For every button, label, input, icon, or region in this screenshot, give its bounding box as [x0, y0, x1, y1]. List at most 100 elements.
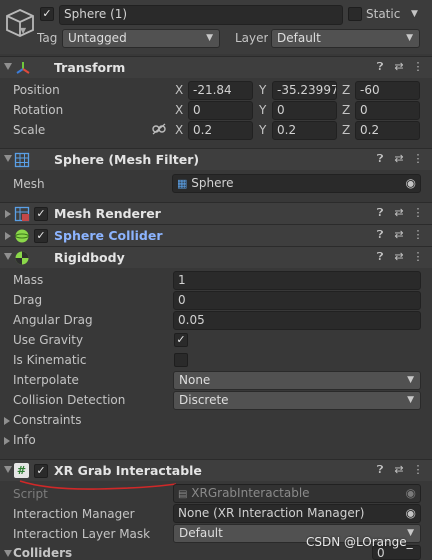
question-circle-icon[interactable]: ❓︎	[372, 60, 388, 74]
rotation-z-axis-label[interactable]: Z	[342, 103, 350, 117]
is-kinematic-label: Is Kinematic	[13, 353, 87, 367]
rotation-x-field[interactable]: 0	[188, 101, 253, 120]
mesh-renderer-title: Mesh Renderer	[54, 206, 161, 221]
colliders-label[interactable]: Colliders	[13, 546, 72, 560]
layer-label: Layer	[235, 31, 269, 45]
position-z-field[interactable]: -60	[355, 81, 420, 100]
sliders-icon[interactable]: ⇄	[391, 206, 407, 219]
mesh-grid-icon: ▦	[177, 177, 188, 190]
use-gravity-checkbox[interactable]: ✓	[174, 333, 188, 347]
scale-z-axis-label[interactable]: Z	[342, 123, 350, 137]
mesh-filter-header[interactable]: Sphere (Mesh Filter) ❓︎ ⇄ ⋮	[0, 148, 432, 170]
mesh-renderer-header[interactable]: ✓ Mesh Renderer ❓︎ ⇄ ⋮	[0, 202, 432, 224]
sliders-icon[interactable]: ⇄	[391, 152, 407, 165]
foldout-collapsed-icon[interactable]	[5, 210, 11, 218]
rotation-z-field[interactable]: 0	[355, 101, 420, 120]
info-foldout-icon[interactable]	[4, 437, 10, 445]
drag-field[interactable]: 0	[173, 291, 421, 310]
position-x-field[interactable]: -21.84	[188, 81, 253, 100]
script-field: ▤ XRGrabInteractable ◉	[173, 484, 421, 503]
chevron-down-icon: ▼	[407, 395, 414, 405]
mesh-renderer-enabled-checkbox[interactable]: ✓	[34, 207, 48, 221]
question-circle-icon[interactable]: ❓︎	[372, 206, 388, 220]
kebab-menu-icon[interactable]: ⋮	[410, 152, 426, 165]
chevron-down-icon: ▼	[206, 33, 213, 43]
kebab-menu-icon[interactable]: ⋮	[410, 250, 426, 263]
mass-label: Mass	[13, 273, 44, 287]
angular-drag-label: Angular Drag	[13, 313, 93, 327]
mesh-filter-title: Sphere (Mesh Filter)	[54, 152, 200, 167]
sliders-icon[interactable]: ⇄	[391, 60, 407, 73]
mesh-renderer-icon	[14, 206, 30, 222]
kebab-menu-icon[interactable]: ⋮	[410, 206, 426, 219]
cube-icon-dropdown-arrow[interactable]: ▼	[20, 26, 26, 35]
object-picker-icon: ◉	[405, 486, 416, 500]
position-y-field[interactable]: -35.23997	[272, 81, 337, 100]
foldout-expanded-icon[interactable]	[4, 466, 12, 473]
mass-field[interactable]: 1	[173, 271, 421, 290]
sliders-icon[interactable]: ⇄	[391, 228, 407, 241]
chevron-down-icon: ▼	[407, 375, 414, 385]
question-circle-icon[interactable]: ❓︎	[372, 152, 388, 166]
transform-header[interactable]: Transform ❓︎ ⇄ ⋮	[0, 56, 432, 78]
watermark: CSDN @LOrange_	[306, 535, 413, 549]
object-name-field[interactable]: Sphere (1)	[59, 5, 343, 25]
angular-drag-field[interactable]: 0.05	[173, 311, 421, 330]
constraints-foldout-icon[interactable]	[4, 417, 10, 425]
scale-y-axis-label[interactable]: Y	[259, 123, 266, 137]
mesh-value: Sphere	[191, 176, 234, 190]
scale-y-field[interactable]: 0.2	[272, 121, 337, 140]
static-checkbox[interactable]	[348, 7, 362, 21]
layer-value: Default	[277, 31, 321, 45]
static-dropdown-arrow-icon[interactable]: ▼	[411, 9, 418, 19]
collision-detection-dropdown[interactable]: Discrete ▼	[173, 391, 421, 410]
object-picker-icon[interactable]: ◉	[406, 505, 416, 522]
position-y-axis-label[interactable]: Y	[259, 83, 266, 97]
scale-z-field[interactable]: 0.2	[355, 121, 420, 140]
rotation-x-axis-label[interactable]: X	[175, 103, 183, 117]
question-circle-icon[interactable]: ❓︎	[372, 250, 388, 264]
sphere-collider-enabled-checkbox[interactable]: ✓	[34, 229, 48, 243]
object-picker-icon[interactable]: ◉	[406, 175, 416, 192]
collision-detection-label: Collision Detection	[13, 393, 126, 407]
interaction-layer-mask-value: Default	[179, 526, 223, 540]
sphere-collider-header[interactable]: ✓ Sphere Collider ❓︎ ⇄ ⋮	[0, 224, 432, 246]
tag-value: Untagged	[68, 31, 127, 45]
interpolate-dropdown[interactable]: None ▼	[173, 371, 421, 390]
position-x-axis-label[interactable]: X	[175, 83, 183, 97]
kebab-menu-icon[interactable]: ⋮	[410, 228, 426, 241]
rotation-y-axis-label[interactable]: Y	[259, 103, 266, 117]
use-gravity-label: Use Gravity	[13, 333, 84, 347]
chain-link-icon[interactable]	[152, 123, 166, 135]
rotation-y-field[interactable]: 0	[272, 101, 337, 120]
tag-dropdown[interactable]: Untagged ▼	[62, 29, 220, 48]
question-circle-icon[interactable]: ❓︎	[372, 228, 388, 242]
rigidbody-header[interactable]: Rigidbody ❓︎ ⇄ ⋮	[0, 246, 432, 268]
position-z-axis-label[interactable]: Z	[342, 83, 350, 97]
info-label[interactable]: Info	[13, 433, 36, 447]
colliders-foldout-icon[interactable]	[4, 550, 12, 557]
foldout-expanded-icon[interactable]	[4, 155, 12, 162]
active-checkbox[interactable]: ✓	[40, 7, 54, 21]
layer-dropdown[interactable]: Default ▼	[271, 29, 420, 48]
scale-x-axis-label[interactable]: X	[175, 123, 183, 137]
foldout-expanded-icon[interactable]	[4, 253, 12, 260]
mesh-object-field[interactable]: ▦ Sphere ◉	[172, 174, 421, 193]
question-circle-icon[interactable]: ❓︎	[372, 463, 388, 477]
collision-detection-value: Discrete	[179, 393, 229, 407]
transform-axes-icon	[14, 59, 32, 77]
chevron-down-icon: ▼	[406, 33, 413, 43]
foldout-collapsed-icon[interactable]	[5, 232, 11, 240]
constraints-label[interactable]: Constraints	[13, 413, 81, 427]
interaction-manager-field[interactable]: None (XR Interaction Manager) ◉	[173, 504, 421, 523]
scale-x-field[interactable]: 0.2	[188, 121, 253, 140]
sliders-icon[interactable]: ⇄	[391, 250, 407, 263]
rigidbody-icon	[14, 250, 30, 266]
sliders-icon[interactable]: ⇄	[391, 463, 407, 476]
foldout-expanded-icon[interactable]	[4, 63, 12, 70]
xr-grab-enabled-checkbox[interactable]: ✓	[34, 464, 48, 478]
kebab-menu-icon[interactable]: ⋮	[410, 463, 426, 476]
interaction-manager-value: None (XR Interaction Manager)	[178, 506, 365, 520]
kebab-menu-icon[interactable]: ⋮	[410, 60, 426, 73]
is-kinematic-checkbox[interactable]	[174, 353, 188, 367]
